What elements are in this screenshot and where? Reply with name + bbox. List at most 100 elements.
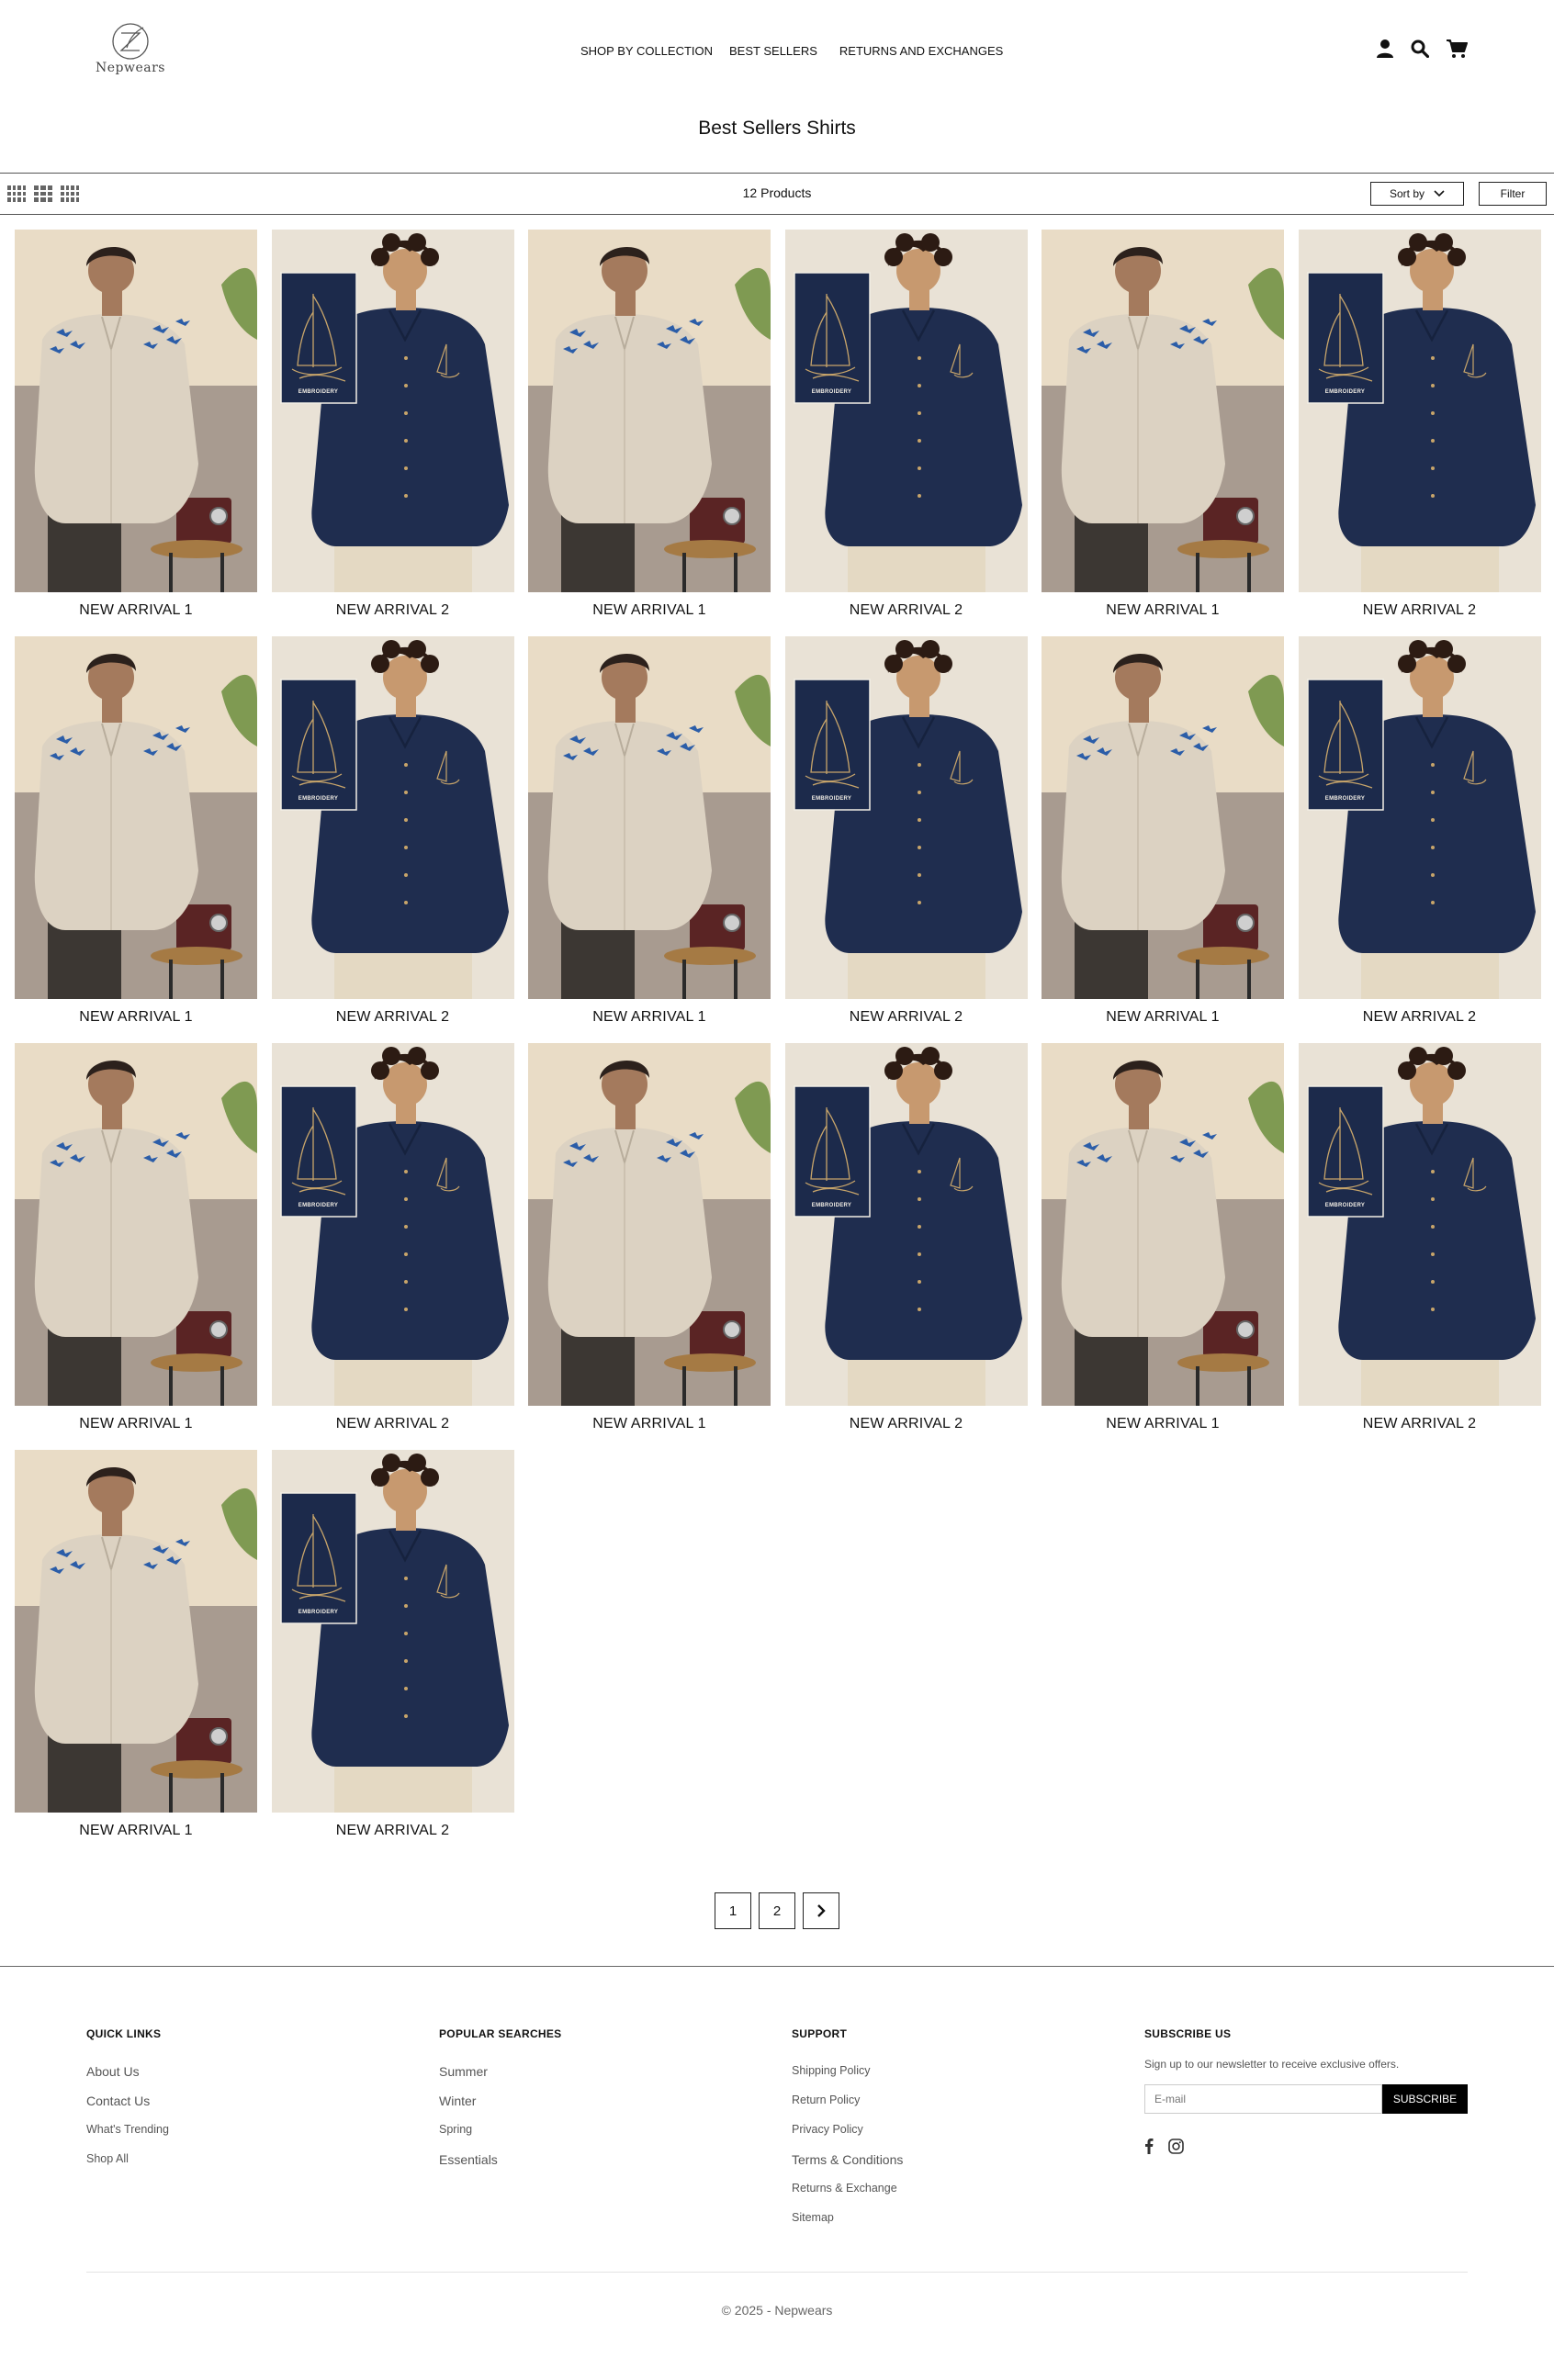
footer-link-sitemap[interactable]: Sitemap xyxy=(792,2211,903,2240)
filter-button[interactable]: Filter xyxy=(1479,182,1547,206)
grid-3-icon[interactable] xyxy=(34,185,52,202)
product-name[interactable]: NEW ARRIVAL 2 xyxy=(1299,1406,1541,1450)
instagram-icon[interactable] xyxy=(1168,2138,1184,2154)
product-name[interactable]: NEW ARRIVAL 1 xyxy=(1042,592,1284,636)
product-image[interactable] xyxy=(15,1450,257,1813)
product-card[interactable]: EMBROIDERY NEW ARRIVAL 2 xyxy=(784,636,1028,1043)
site-footer: QUICK LINKS About Us Contact Us What's T… xyxy=(0,1966,1554,2380)
product-image[interactable] xyxy=(1042,230,1284,592)
subscribe-button[interactable]: SUBSCRIBE xyxy=(1382,2084,1468,2114)
footer-popular-searches: POPULAR SEARCHES Summer Winter Spring Es… xyxy=(439,2027,561,2182)
product-card[interactable]: NEW ARRIVAL 1 xyxy=(1042,1043,1284,1450)
product-image[interactable]: EMBROIDERY xyxy=(1298,636,1541,999)
user-icon[interactable] xyxy=(1376,39,1394,59)
page-2-button[interactable]: 2 xyxy=(759,1892,795,1929)
product-name[interactable]: NEW ARRIVAL 2 xyxy=(272,999,514,1043)
product-image[interactable] xyxy=(528,636,771,999)
sort-dropdown[interactable]: Sort by xyxy=(1370,182,1464,206)
grid-4-icon[interactable] xyxy=(7,185,26,202)
product-name[interactable]: NEW ARRIVAL 2 xyxy=(1299,999,1541,1043)
product-card[interactable]: NEW ARRIVAL 1 xyxy=(528,1043,771,1450)
product-image[interactable]: EMBROIDERY xyxy=(271,636,514,999)
product-card[interactable]: NEW ARRIVAL 1 xyxy=(15,1450,257,1857)
footer-link-whats-trending[interactable]: What's Trending xyxy=(86,2123,169,2152)
product-card[interactable]: NEW ARRIVAL 1 xyxy=(15,230,257,636)
product-name[interactable]: NEW ARRIVAL 1 xyxy=(15,1813,257,1857)
footer-link-spring[interactable]: Spring xyxy=(439,2123,561,2152)
product-name[interactable]: NEW ARRIVAL 2 xyxy=(272,592,514,636)
product-image[interactable] xyxy=(528,1043,771,1406)
product-card[interactable]: EMBROIDERY NEW ARRIVAL 2 xyxy=(1298,1043,1541,1450)
footer-link-shop-all[interactable]: Shop All xyxy=(86,2152,169,2182)
product-card[interactable]: EMBROIDERY NEW ARRIVAL 2 xyxy=(271,636,514,1043)
product-card[interactable]: NEW ARRIVAL 1 xyxy=(1042,230,1284,636)
email-field[interactable] xyxy=(1144,2084,1382,2114)
product-name[interactable]: NEW ARRIVAL 1 xyxy=(15,999,257,1043)
product-image[interactable] xyxy=(1042,636,1284,999)
product-name[interactable]: NEW ARRIVAL 1 xyxy=(528,999,771,1043)
product-image[interactable]: EMBROIDERY xyxy=(271,1043,514,1406)
next-page-button[interactable] xyxy=(803,1892,839,1929)
brand-logo[interactable]: Nepwears xyxy=(96,20,165,83)
product-card[interactable]: EMBROIDERY NEW ARRIVAL 2 xyxy=(1298,230,1541,636)
nav-best-sellers[interactable]: BEST SELLERS xyxy=(729,44,817,58)
footer-link-terms[interactable]: Terms & Conditions xyxy=(792,2152,903,2182)
product-card[interactable]: EMBROIDERY NEW ARRIVAL 2 xyxy=(271,1450,514,1857)
footer-link-winter[interactable]: Winter xyxy=(439,2094,561,2123)
footer-link-summer[interactable]: Summer xyxy=(439,2064,561,2094)
product-name[interactable]: NEW ARRIVAL 1 xyxy=(15,592,257,636)
grid-view-toggles xyxy=(7,185,79,202)
footer-link-shipping-policy[interactable]: Shipping Policy xyxy=(792,2064,903,2094)
grid-3-dense-icon[interactable] xyxy=(61,185,79,202)
nav-shop-by-collection[interactable]: SHOP BY COLLECTION xyxy=(580,44,713,58)
product-name[interactable]: NEW ARRIVAL 1 xyxy=(1042,1406,1284,1450)
footer-link-return-policy[interactable]: Return Policy xyxy=(792,2094,903,2123)
facebook-icon[interactable] xyxy=(1144,2138,1154,2154)
footer-link-essentials[interactable]: Essentials xyxy=(439,2152,561,2182)
product-image[interactable]: EMBROIDERY xyxy=(784,636,1028,999)
product-image[interactable]: EMBROIDERY xyxy=(784,230,1028,592)
embroidery-badge-label: EMBROIDERY xyxy=(811,1203,852,1208)
product-image[interactable]: EMBROIDERY xyxy=(271,1450,514,1813)
product-card[interactable]: EMBROIDERY NEW ARRIVAL 2 xyxy=(271,230,514,636)
product-card[interactable]: NEW ARRIVAL 1 xyxy=(528,636,771,1043)
product-image[interactable] xyxy=(1042,1043,1284,1406)
product-image[interactable]: EMBROIDERY xyxy=(1298,230,1541,592)
footer-link-returns-exchange[interactable]: Returns & Exchange xyxy=(792,2182,903,2211)
product-image[interactable]: EMBROIDERY xyxy=(1298,1043,1541,1406)
footer-link-about-us[interactable]: About Us xyxy=(86,2064,169,2094)
product-image[interactable] xyxy=(15,636,257,999)
product-name[interactable]: NEW ARRIVAL 1 xyxy=(15,1406,257,1450)
product-image[interactable]: EMBROIDERY xyxy=(784,1043,1028,1406)
product-card[interactable]: NEW ARRIVAL 1 xyxy=(1042,636,1284,1043)
product-image[interactable] xyxy=(15,230,257,592)
footer-link-privacy-policy[interactable]: Privacy Policy xyxy=(792,2123,903,2152)
product-card[interactable]: EMBROIDERY NEW ARRIVAL 2 xyxy=(1298,636,1541,1043)
product-name[interactable]: NEW ARRIVAL 2 xyxy=(1299,592,1541,636)
product-card[interactable]: NEW ARRIVAL 1 xyxy=(15,636,257,1043)
product-image[interactable]: EMBROIDERY xyxy=(271,230,514,592)
product-card[interactable]: EMBROIDERY NEW ARRIVAL 2 xyxy=(271,1043,514,1450)
product-card[interactable]: EMBROIDERY NEW ARRIVAL 2 xyxy=(784,230,1028,636)
product-card[interactable]: NEW ARRIVAL 1 xyxy=(528,230,771,636)
product-name[interactable]: NEW ARRIVAL 2 xyxy=(272,1406,514,1450)
product-name[interactable]: NEW ARRIVAL 2 xyxy=(272,1813,514,1857)
cart-icon[interactable] xyxy=(1446,39,1468,59)
product-name[interactable]: NEW ARRIVAL 1 xyxy=(1042,999,1284,1043)
nav-returns-and-exchanges[interactable]: RETURNS AND EXCHANGES xyxy=(839,44,1003,58)
product-card[interactable]: NEW ARRIVAL 1 xyxy=(15,1043,257,1450)
footer-heading: QUICK LINKS xyxy=(86,2027,162,2040)
product-name[interactable]: NEW ARRIVAL 1 xyxy=(528,592,771,636)
search-icon[interactable] xyxy=(1411,39,1429,58)
embroidery-badge-label: EMBROIDERY xyxy=(1324,1203,1366,1208)
product-name[interactable]: NEW ARRIVAL 1 xyxy=(528,1406,771,1450)
product-image[interactable] xyxy=(528,230,771,592)
page-1-button[interactable]: 1 xyxy=(715,1892,751,1929)
product-name[interactable]: NEW ARRIVAL 2 xyxy=(785,999,1028,1043)
product-name[interactable]: NEW ARRIVAL 2 xyxy=(785,1406,1028,1450)
footer-link-contact-us[interactable]: Contact Us xyxy=(86,2094,169,2123)
product-card[interactable]: EMBROIDERY NEW ARRIVAL 2 xyxy=(784,1043,1028,1450)
product-image[interactable] xyxy=(15,1043,257,1406)
product-grid: NEW ARRIVAL 1 EMBROIDERY NEW ARRIVAL 2 N… xyxy=(15,230,1541,1857)
product-name[interactable]: NEW ARRIVAL 2 xyxy=(785,592,1028,636)
